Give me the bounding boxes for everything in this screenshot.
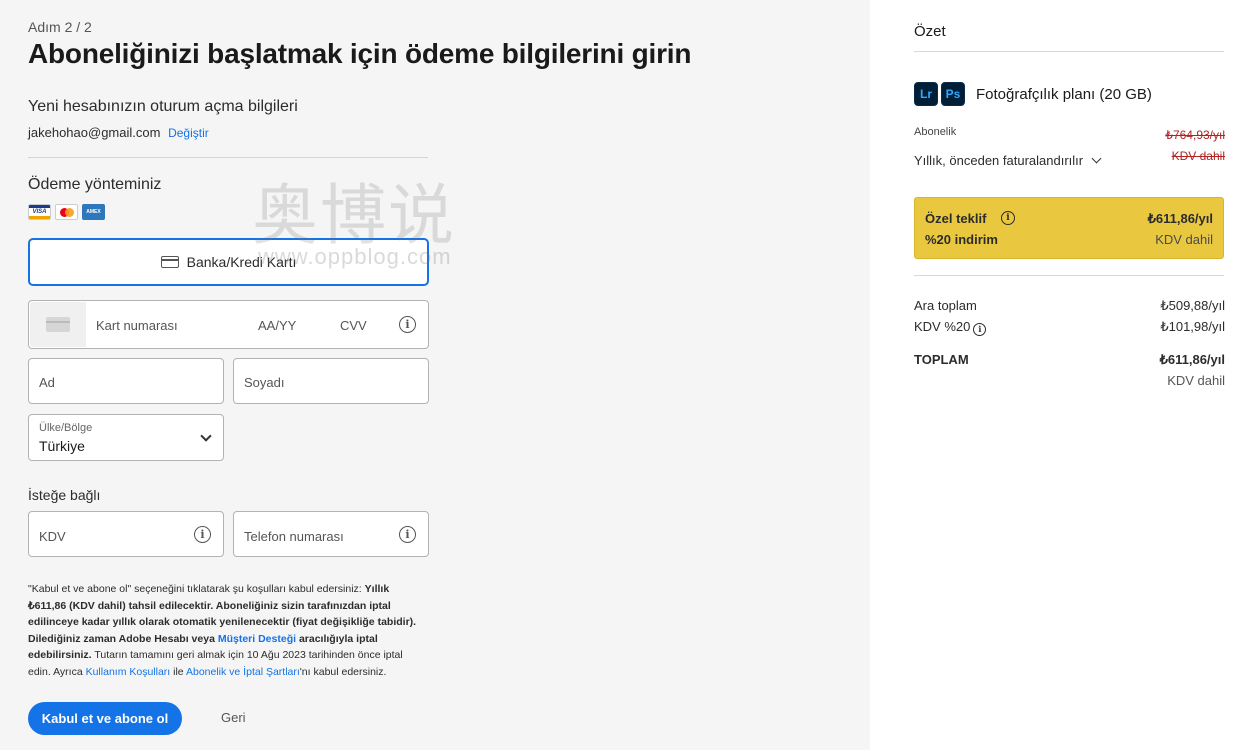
offer-label: Özel teklif [925, 211, 987, 226]
lightroom-icon: Lr [914, 82, 938, 106]
offer-vat-note: KDV dahil [1155, 232, 1213, 247]
country-value: Türkiye [39, 438, 85, 454]
plan-name: Fotoğrafçılık planı (20 GB) [976, 86, 1152, 103]
section-divider [28, 157, 428, 158]
subtotal-value: ₺509,88/yıl [1160, 298, 1225, 313]
country-select[interactable]: Ülke/Bölge Türkiye [28, 414, 224, 461]
legal-terms: "Kabul et ve abone ol" seçeneğini tıklat… [28, 581, 423, 680]
vat-placeholder: KDV [39, 529, 66, 544]
card-details-field[interactable]: Kart numarası AA/YY CVV i [28, 300, 429, 349]
total-vat-note: KDV dahil [1167, 373, 1225, 388]
summary-divider [914, 275, 1224, 276]
vat-row: KDV %20 i [914, 319, 987, 336]
vat-input[interactable]: KDV i [28, 511, 224, 557]
accept-subscribe-button[interactable]: Kabul et ve abone ol [28, 702, 182, 735]
change-email-link[interactable]: Değiştir [168, 126, 209, 140]
checkout-form-panel: Adım 2 / 2 Aboneliğinizi başlatmak için … [0, 0, 870, 750]
vat-info-icon[interactable]: i [194, 526, 211, 543]
offer-discount: %20 indirim [925, 232, 998, 247]
cvv-info-icon[interactable]: i [399, 316, 416, 333]
offer-info-icon[interactable]: i [1001, 211, 1015, 225]
original-vat-note: KDV dahil [1171, 149, 1225, 163]
amex-icon: AMEX [82, 204, 105, 220]
vat-info-icon[interactable]: i [973, 322, 987, 336]
account-email: jakehohao@gmail.com [28, 125, 161, 140]
mastercard-icon [55, 204, 78, 220]
chevron-down-icon [200, 430, 212, 442]
page-title: Aboneliğinizi başlatmak için ödeme bilgi… [28, 38, 692, 69]
phone-input[interactable]: Telefon numarası i [233, 511, 429, 557]
phone-info-icon[interactable]: i [399, 526, 416, 543]
legal-text-end: 'nı kabul edersiniz. [299, 665, 387, 678]
subtotal-label: Ara toplam [914, 298, 977, 313]
plan-app-icons: Lr Ps [914, 82, 965, 106]
customer-support-link[interactable]: Müşteri Desteği [218, 633, 296, 645]
back-button[interactable]: Geri [221, 710, 246, 725]
expiry-input[interactable]: AA/YY [258, 318, 296, 333]
vat-label: KDV %20 [914, 319, 971, 334]
accepted-cards: VISA AMEX [28, 204, 105, 220]
first-name-input[interactable]: Ad [28, 358, 224, 404]
order-summary-panel: Özet Lr Ps Fotoğrafçılık planı (20 GB) A… [870, 0, 1257, 750]
step-indicator: Adım 2 / 2 [28, 19, 92, 35]
vat-value: ₺101,98/yıl [1160, 319, 1225, 334]
billing-option-label: Yıllık, önceden faturalandırılır [914, 153, 1084, 168]
summary-title: Özet [914, 23, 946, 40]
special-offer-box: Özel teklif i %20 indirim ₺611,86/yıl KD… [914, 197, 1224, 259]
total-label: TOPLAM [914, 352, 969, 367]
optional-heading: İsteğe bağlı [28, 487, 101, 503]
legal-text-intro: "Kabul et ve abone ol" seçeneğini tıklat… [28, 583, 365, 595]
total-value: ₺611,86/yıl [1159, 352, 1225, 367]
cvv-input[interactable]: CVV [340, 318, 367, 333]
chevron-down-icon[interactable] [1091, 153, 1102, 164]
original-price: ₺764,93/yıl [1165, 128, 1225, 142]
offer-price: ₺611,86/yıl [1147, 211, 1213, 226]
watermark-url: www.oppblog.com [258, 244, 452, 269]
subscription-terms-link[interactable]: Abonelik ve İptal Şartları [186, 666, 300, 678]
photoshop-icon: Ps [941, 82, 965, 106]
card-placeholder-icon [30, 302, 86, 347]
account-email-row: jakehohao@gmail.com Değiştir [28, 125, 209, 140]
country-label: Ülke/Bölge [39, 422, 93, 434]
last-name-placeholder: Soyadı [244, 375, 285, 390]
summary-divider [914, 51, 1224, 52]
account-heading: Yeni hesabınızın oturum açma bilgileri [28, 98, 298, 115]
legal-text-and: ile [170, 665, 186, 678]
terms-of-use-link[interactable]: Kullanım Koşulları [86, 666, 171, 678]
visa-icon: VISA [28, 204, 51, 220]
credit-card-icon [160, 256, 179, 268]
payment-heading: Ödeme yönteminiz [28, 176, 162, 193]
subscription-label: Abonelik [914, 126, 957, 138]
last-name-input[interactable]: Soyadı [233, 358, 429, 404]
billing-option-select[interactable]: Yıllık, önceden faturalandırılır [914, 153, 1083, 168]
first-name-placeholder: Ad [39, 375, 55, 390]
phone-placeholder: Telefon numarası [244, 529, 344, 544]
card-number-input[interactable]: Kart numarası [96, 318, 178, 333]
